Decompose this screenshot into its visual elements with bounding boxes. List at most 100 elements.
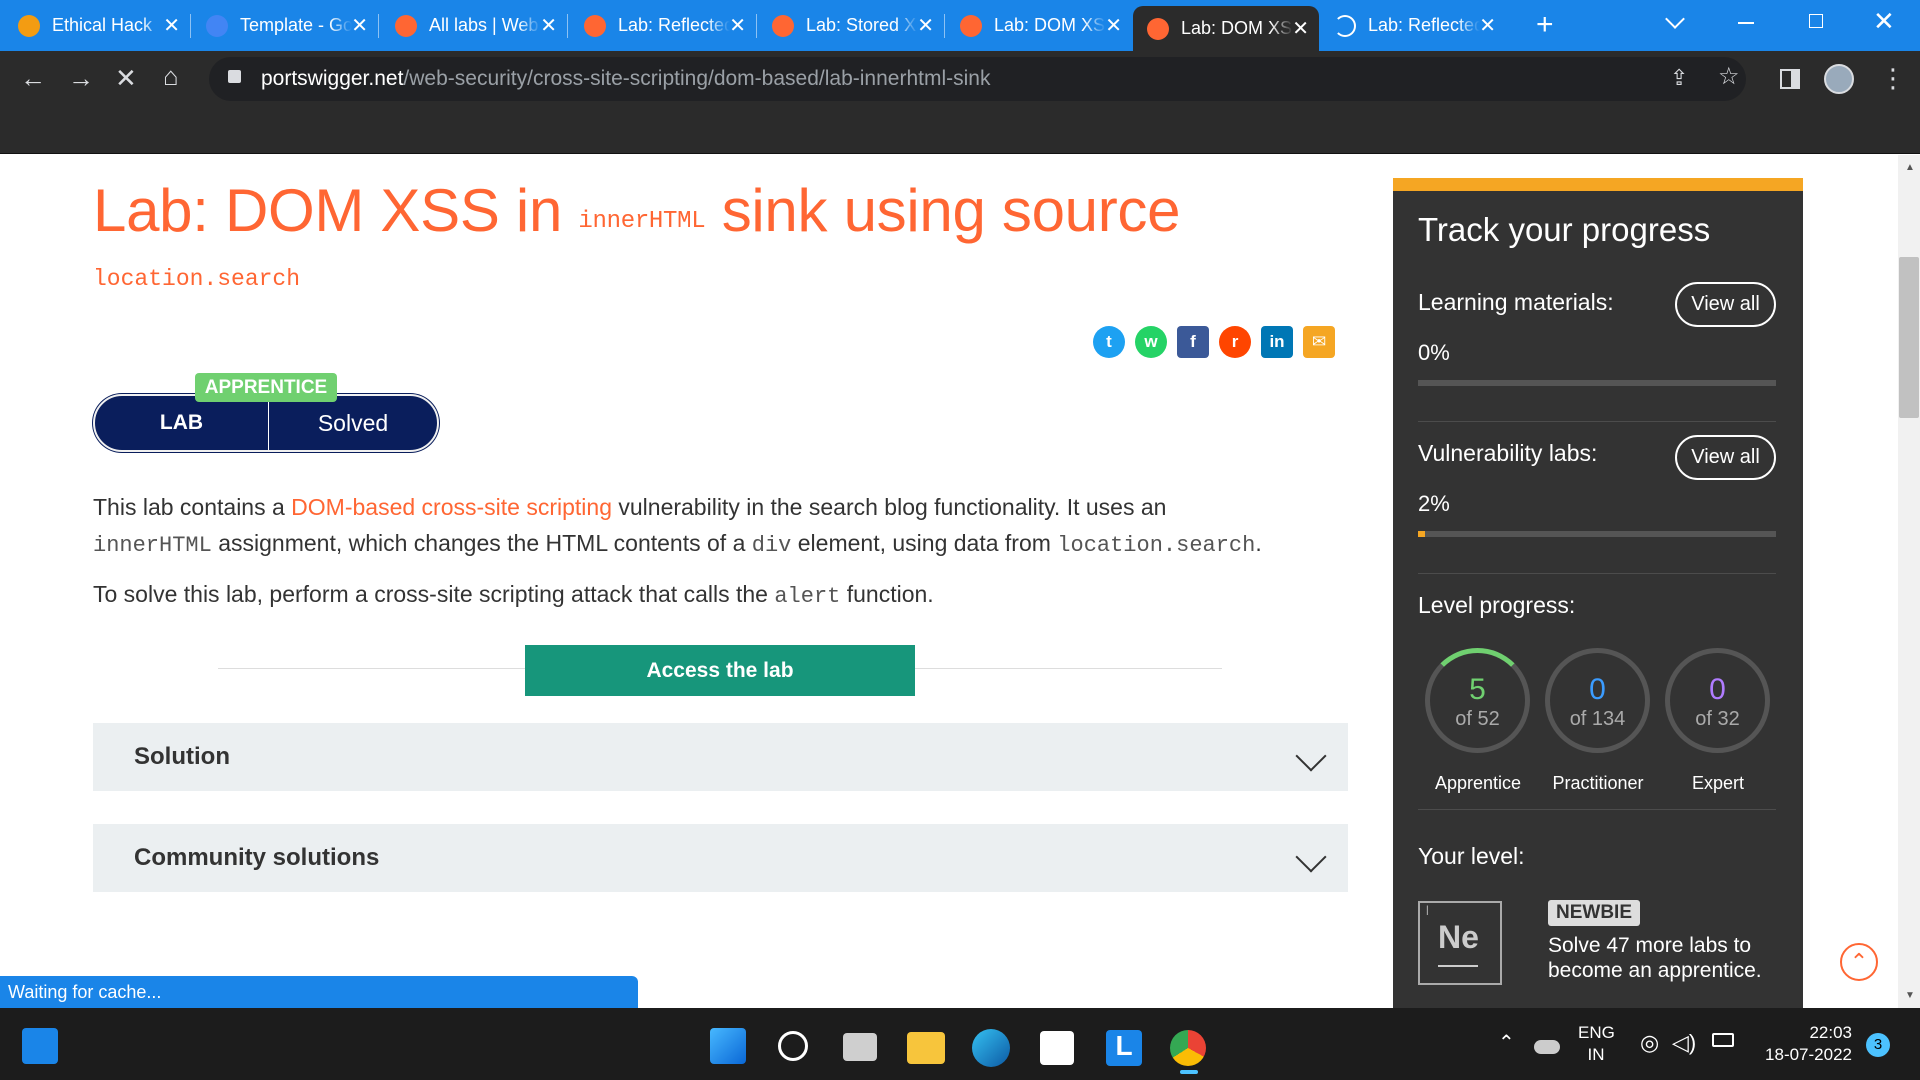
tab-title: Lab: Reflected XSS (618, 15, 730, 35)
new-tab-button[interactable]: + (1536, 8, 1554, 42)
title-code-innerhtml: innerHTML (578, 208, 706, 235)
docs-favicon-icon (206, 14, 228, 37)
close-tab-icon[interactable]: ✕ (540, 16, 557, 36)
volume-icon[interactable]: ◁) (1672, 1030, 1696, 1056)
apprentice-progress-ring: 5 of 52 (1425, 648, 1530, 753)
start-icon[interactable] (710, 1028, 746, 1064)
search-icon[interactable] (778, 1031, 808, 1061)
lab-status-pill: LAB Solved (93, 394, 439, 452)
close-tab-icon[interactable]: ✕ (1292, 19, 1309, 39)
tab-6[interactable]: Lab: DOM XSS ✕ (946, 6, 1132, 45)
close-tab-icon[interactable]: ✕ (163, 16, 180, 36)
language-indicator[interactable]: ENG IN (1578, 1022, 1615, 1066)
track-progress-panel: Track your progress Learning materials: … (1393, 178, 1803, 1008)
close-window-button[interactable]: ✕ (1873, 6, 1895, 37)
close-tab-icon[interactable]: ✕ (351, 16, 368, 36)
onedrive-icon[interactable] (1534, 1040, 1560, 1054)
level-progress-label: Level progress: (1418, 592, 1576, 618)
back-icon[interactable]: ← (20, 65, 46, 91)
email-icon[interactable]: ✉ (1303, 326, 1335, 358)
level-total: of 52 (1455, 708, 1500, 730)
notification-badge[interactable]: 3 (1866, 1033, 1890, 1057)
close-tab-icon[interactable]: ✕ (1479, 16, 1496, 36)
bookmarks-bar (0, 108, 1920, 154)
toolbar: ← → ✕ ⌂ portswigger.net/web-security/cro… (0, 51, 1920, 108)
access-lab-button[interactable]: Access the lab (525, 645, 915, 696)
chevron-down-icon (1295, 841, 1327, 873)
bookmark-star-icon[interactable]: ☆ (1718, 64, 1740, 90)
tab-separator (944, 14, 945, 38)
your-level-label: Your level: (1418, 843, 1525, 869)
level-name: Expert (1691, 773, 1745, 793)
close-tab-icon[interactable]: ✕ (1105, 16, 1122, 36)
widgets-icon[interactable] (22, 1028, 58, 1064)
level-message-1: Solve 47 more labs to (1548, 934, 1752, 957)
solution-accordion[interactable]: Solution (93, 723, 1348, 791)
dom-xss-link[interactable]: DOM-based cross-site scripting (291, 494, 612, 520)
portswigger-favicon-icon (584, 14, 606, 37)
store-icon[interactable] (1040, 1031, 1074, 1065)
home-icon[interactable]: ⌂ (163, 63, 179, 89)
tray-chevron-icon[interactable]: ⌃ (1498, 1030, 1515, 1055)
minimize-button[interactable] (1738, 22, 1754, 24)
tab-separator (378, 14, 379, 38)
twitter-icon[interactable]: t (1093, 326, 1125, 358)
restore-button[interactable] (1809, 14, 1823, 28)
stop-loading-icon[interactable]: ✕ (115, 65, 137, 91)
close-tab-icon[interactable]: ✕ (917, 16, 934, 36)
chrome-icon[interactable] (1170, 1030, 1206, 1066)
apprentice-badge: APPRENTICE (195, 373, 337, 402)
reddit-icon[interactable]: r (1219, 326, 1251, 358)
file-explorer-icon[interactable] (907, 1032, 945, 1064)
chrome-active-indicator (1180, 1070, 1198, 1074)
portswigger-favicon-icon (395, 14, 417, 37)
tab-2[interactable]: Template - Google Docs✕ (192, 6, 378, 45)
side-panel-icon[interactable] (1780, 69, 1800, 89)
practitioner-progress-ring: 0 of 134 (1545, 648, 1650, 753)
profile-avatar[interactable] (1824, 64, 1854, 94)
lab-label: LAB (95, 396, 269, 450)
forward-icon[interactable]: → (68, 65, 94, 91)
whatsapp-icon[interactable]: w (1135, 326, 1167, 358)
vulnerability-progress-bar (1418, 531, 1776, 537)
scroll-to-top-icon[interactable]: ⌃ (1840, 943, 1878, 981)
level-message-2: become an apprentice. (1548, 959, 1762, 982)
battery-icon[interactable] (1712, 1033, 1734, 1047)
tab-3[interactable]: All labs | Web Security Academy✕ (381, 6, 567, 45)
l-app-icon[interactable]: L (1106, 1030, 1142, 1066)
tab-title: Lab: Reflected XSS (1368, 15, 1480, 35)
close-tab-icon[interactable]: ✕ (729, 16, 746, 36)
task-view-icon[interactable] (843, 1033, 877, 1061)
tab-title: Template - Google Docs (240, 15, 352, 35)
tab-8[interactable]: Lab: Reflected XSS✕ (1320, 6, 1506, 45)
tab-title: All labs | Web Security Academy (429, 15, 541, 35)
title-code-location-search: location.search (93, 266, 301, 292)
tab-separator (756, 14, 757, 38)
edge-icon[interactable] (972, 1029, 1010, 1067)
hacker-favicon-icon (18, 14, 40, 37)
view-all-learning-button[interactable]: View all (1675, 282, 1776, 327)
tab-title: Lab: Stored XSS (806, 15, 918, 35)
linkedin-icon[interactable]: in (1261, 326, 1293, 358)
tab-1[interactable]: Ethical Hack ✕ (4, 6, 190, 45)
windows-taskbar (0, 1008, 1920, 1080)
network-icon[interactable]: ◎ (1640, 1030, 1659, 1056)
tab-4[interactable]: Lab: Reflected XSS✕ (570, 6, 756, 45)
portswigger-favicon-icon (772, 14, 794, 37)
divider (1418, 421, 1776, 422)
lock-icon[interactable] (228, 70, 241, 83)
share-page-icon[interactable]: ⇪ (1670, 65, 1688, 91)
menu-kebab-icon[interactable]: ⋮ (1880, 65, 1906, 91)
url-text[interactable]: portswigger.net/web-security/cross-site-… (261, 67, 990, 91)
portswigger-favicon-icon (960, 14, 982, 37)
scrollbar-thumb[interactable] (1899, 257, 1919, 418)
clock[interactable]: 22:03 18-07-2022 (1754, 1022, 1852, 1066)
facebook-icon[interactable]: f (1177, 326, 1209, 358)
divider (1418, 809, 1776, 810)
tab-7[interactable]: Lab: DOM XSS ✕ (1133, 6, 1319, 51)
tab-5[interactable]: Lab: Stored XSS✕ (758, 6, 944, 45)
view-all-labs-button[interactable]: View all (1675, 435, 1776, 480)
community-solutions-accordion[interactable]: Community solutions (93, 824, 1348, 892)
portswigger-favicon-icon (1147, 17, 1169, 40)
loading-spinner-icon (1334, 14, 1356, 37)
